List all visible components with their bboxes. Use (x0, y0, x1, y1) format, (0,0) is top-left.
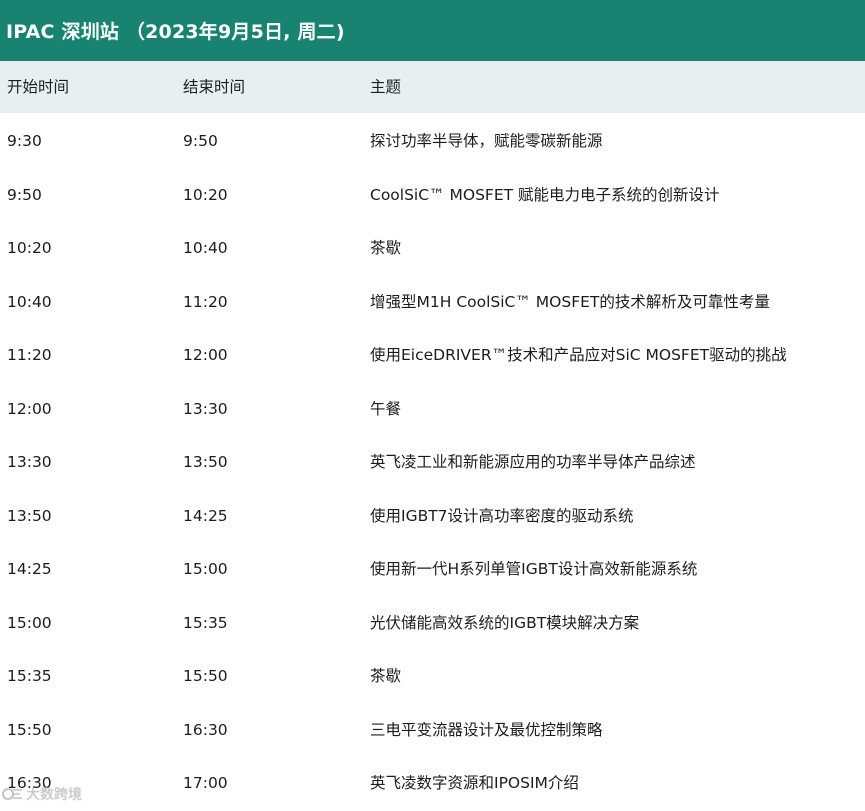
table-row: 15:00 15:35 光伏储能高效系统的IGBT模块解决方案 (0, 595, 865, 649)
table-row: 11:20 12:00 使用EiceDRIVER™技术和产品应对SiC MOSF… (0, 327, 865, 381)
end-time: 13:50 (183, 453, 228, 471)
table-row: 15:50 16:30 三电平变流器设计及最优控制策略 (0, 702, 865, 756)
start-time: 9:30 (7, 132, 42, 150)
start-time: 15:00 (7, 613, 52, 632)
topic: 英飞凌数字资源和IPOSIM介绍 (370, 774, 579, 792)
topic: 增强型M1H CoolSiC™ MOSFET的技术解析及可靠性考量 (370, 292, 770, 311)
start-time: 9:50 (7, 185, 42, 204)
watermark-logo-icon (2, 788, 22, 800)
table-row: 12:00 13:30 午餐 (0, 381, 865, 435)
topic: 使用IGBT7设计高功率密度的驱动系统 (370, 506, 634, 525)
header-end-time: 结束时间 (183, 78, 246, 96)
start-time: 12:00 (7, 399, 52, 418)
end-time: 10:20 (183, 185, 228, 204)
start-time: 13:50 (7, 506, 52, 525)
topic: 光伏储能高效系统的IGBT模块解决方案 (370, 613, 640, 632)
topic: 英飞凌工业和新能源应用的功率半导体产品综述 (370, 453, 696, 471)
end-time: 16:30 (183, 720, 228, 739)
header-topic: 主题 (370, 78, 402, 96)
topic: 茶歇 (370, 239, 402, 257)
end-time: 10:40 (183, 239, 228, 257)
start-time: 14:25 (7, 560, 52, 578)
page-title: IPAC 深圳站 （2023年9月5日, 周二) (6, 21, 345, 43)
start-time: 15:35 (7, 667, 52, 685)
topic: 茶歇 (370, 667, 402, 685)
schedule-table-body: 9:30 9:50 探讨功率半导体，赋能零碳新能源 9:50 10:20 Coo… (0, 113, 865, 809)
table-row: 9:30 9:50 探讨功率半导体，赋能零碳新能源 (0, 113, 865, 167)
end-time: 13:30 (183, 399, 228, 418)
title-bar: IPAC 深圳站 （2023年9月5日, 周二) (0, 0, 865, 61)
end-time: 15:35 (183, 613, 228, 632)
start-time: 15:50 (7, 720, 52, 739)
table-row: 15:35 15:50 茶歇 (0, 648, 865, 702)
start-time: 10:40 (7, 292, 52, 311)
end-time: 15:50 (183, 667, 228, 685)
table-row: 9:50 10:20 CoolSiC™ MOSFET 赋能电力电子系统的创新设计 (0, 167, 865, 221)
topic: 探讨功率半导体，赋能零碳新能源 (370, 132, 603, 150)
topic: 午餐 (370, 399, 402, 418)
end-time: 11:20 (183, 292, 228, 311)
table-row: 13:30 13:50 英飞凌工业和新能源应用的功率半导体产品综述 (0, 434, 865, 488)
start-time: 11:20 (7, 346, 52, 364)
end-time: 17:00 (183, 774, 228, 792)
table-row: 10:20 10:40 茶歇 (0, 220, 865, 274)
end-time: 14:25 (183, 506, 228, 525)
topic: 使用新一代H系列单管IGBT设计高效新能源系统 (370, 560, 698, 578)
table-header: 开始时间 结束时间 主题 (0, 61, 865, 113)
watermark-text: 大数跨境 (26, 787, 82, 803)
watermark: 大数跨境 (2, 784, 82, 804)
table-row: 13:50 14:25 使用IGBT7设计高功率密度的驱动系统 (0, 488, 865, 542)
table-row: 10:40 11:20 增强型M1H CoolSiC™ MOSFET的技术解析及… (0, 274, 865, 328)
table-row: 16:30 17:00 英飞凌数字资源和IPOSIM介绍 (0, 755, 865, 809)
topic: 使用EiceDRIVER™技术和产品应对SiC MOSFET驱动的挑战 (370, 346, 787, 364)
end-time: 9:50 (183, 132, 218, 150)
topic: 三电平变流器设计及最优控制策略 (370, 720, 603, 739)
topic: CoolSiC™ MOSFET 赋能电力电子系统的创新设计 (370, 185, 720, 204)
header-start-time: 开始时间 (7, 78, 70, 96)
start-time: 10:20 (7, 239, 52, 257)
end-time: 12:00 (183, 346, 228, 364)
table-row: 14:25 15:00 使用新一代H系列单管IGBT设计高效新能源系统 (0, 541, 865, 595)
start-time: 13:30 (7, 453, 52, 471)
end-time: 15:00 (183, 560, 228, 578)
